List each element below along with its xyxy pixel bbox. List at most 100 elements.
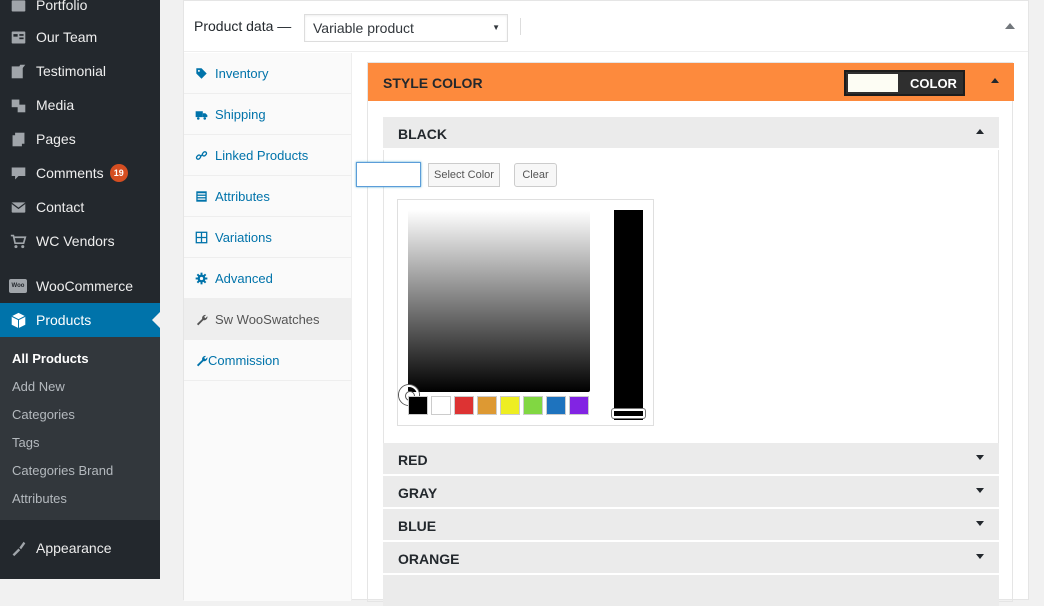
- menu-item-woocommerce[interactable]: Woo WooCommerce: [0, 269, 160, 303]
- menu-item-label: Pages: [36, 131, 76, 147]
- tab-label: Sw WooSwatches: [215, 311, 320, 327]
- submenu-categories-brand[interactable]: Categories Brand: [12, 463, 113, 478]
- color-picker: [397, 199, 654, 426]
- gear-icon: [194, 271, 208, 285]
- comments-icon: [9, 164, 27, 182]
- menu-item-label: Products: [36, 312, 92, 328]
- brush-icon: [9, 539, 27, 557]
- menu-item-wc-vendors[interactable]: WC Vendors: [0, 224, 160, 258]
- submenu-tags[interactable]: Tags: [12, 435, 39, 450]
- swatch-item-orange[interactable]: ORANGE: [383, 542, 999, 573]
- menu-item-label: WC Vendors: [36, 233, 115, 249]
- tag-icon: [194, 66, 208, 80]
- cart-icon: [9, 232, 27, 250]
- tab-label: Shipping: [215, 106, 266, 122]
- swatch-item-black[interactable]: BLACK: [383, 117, 999, 148]
- swatch-item-label: BLACK: [398, 126, 447, 142]
- tab-attributes[interactable]: Attributes: [184, 176, 351, 217]
- menu-item-label: WooCommerce: [36, 278, 133, 294]
- swatch-item-red[interactable]: RED: [383, 443, 999, 474]
- caret-down-icon: [976, 488, 984, 493]
- menu-item-testimonial[interactable]: Testimonial: [0, 54, 160, 88]
- palette-swatch[interactable]: [500, 396, 520, 415]
- tab-label: Commission: [208, 352, 280, 368]
- wrench-icon: [194, 353, 208, 367]
- tab-sw-wooswatches[interactable]: Sw WooSwatches: [184, 299, 351, 340]
- tab-inventory[interactable]: Inventory: [184, 53, 351, 94]
- color-type-button[interactable]: COLOR: [844, 70, 965, 96]
- hex-color-input[interactable]: [356, 162, 421, 187]
- palette-swatch[interactable]: [431, 396, 451, 415]
- tab-variations[interactable]: Variations: [184, 217, 351, 258]
- tab-label: Advanced: [215, 270, 273, 286]
- caret-down-icon: [976, 455, 984, 460]
- wrench-icon: [194, 312, 208, 326]
- palette-swatch[interactable]: [408, 396, 428, 415]
- menu-item-label: Media: [36, 97, 75, 113]
- hue-slider[interactable]: [612, 210, 645, 420]
- submenu-all-products[interactable]: All Products: [12, 351, 89, 366]
- swatch-item-label: ORANGE: [398, 551, 460, 567]
- tab-label: Attributes: [215, 188, 270, 204]
- select-color-button[interactable]: Select Color: [428, 163, 500, 187]
- palette-swatch[interactable]: [546, 396, 566, 415]
- swatch-item-label: BLUE: [398, 518, 437, 534]
- mail-icon: [9, 198, 27, 216]
- menu-item-label: Appearance: [36, 540, 112, 556]
- link-icon: [194, 148, 208, 162]
- select-arrow-icon: ▼: [492, 23, 500, 32]
- media-icon: [9, 96, 27, 114]
- product-type-select[interactable]: Variable product ▼: [304, 14, 508, 42]
- slider-handle[interactable]: [612, 409, 645, 418]
- palette-swatch[interactable]: [454, 396, 474, 415]
- tab-label: Linked Products: [215, 147, 309, 163]
- caret-up-icon: [976, 129, 984, 134]
- swatch-item-blue[interactable]: BLUE: [383, 509, 999, 540]
- tab-label: Variations: [215, 229, 272, 245]
- pages-icon: [9, 130, 27, 148]
- menu-item-label: Testimonial: [36, 63, 107, 79]
- submenu-add-new[interactable]: Add New: [12, 379, 65, 394]
- list-icon: [194, 189, 208, 203]
- submenu-attributes[interactable]: Attributes: [12, 491, 67, 506]
- tab-commission[interactable]: Commission: [184, 340, 351, 381]
- team-icon: [9, 28, 27, 46]
- palette-swatch[interactable]: [477, 396, 497, 415]
- swatch-item-gray[interactable]: GRAY: [383, 476, 999, 507]
- color-button-label: COLOR: [910, 76, 957, 91]
- menu-item-appearance[interactable]: Appearance: [0, 531, 160, 565]
- menu-item-our-team[interactable]: Our Team: [0, 20, 160, 54]
- header-divider: [520, 18, 521, 35]
- menu-item-media[interactable]: Media: [0, 88, 160, 122]
- portfolio-icon: [9, 0, 27, 14]
- palette-swatch[interactable]: [523, 396, 543, 415]
- tab-advanced[interactable]: Advanced: [184, 258, 351, 299]
- product-data-tabs: Inventory Shipping Linked Products Attri…: [184, 53, 352, 601]
- caret-down-icon: [976, 554, 984, 559]
- menu-item-comments[interactable]: Comments 19: [0, 156, 160, 190]
- clear-color-button[interactable]: Clear: [514, 163, 557, 187]
- palette-swatch[interactable]: [569, 396, 589, 415]
- woocommerce-icon: Woo: [9, 277, 27, 295]
- product-data-label: Product data —: [194, 18, 292, 34]
- swatch-item-label: GRAY: [398, 485, 438, 501]
- menu-item-label: Portfolio: [36, 0, 88, 13]
- menu-item-pages[interactable]: Pages: [0, 122, 160, 156]
- saturation-value-square[interactable]: [408, 210, 590, 392]
- submenu-categories[interactable]: Categories: [12, 407, 75, 422]
- collapse-up-icon[interactable]: [991, 78, 999, 83]
- collapse-toggle-icon[interactable]: [1005, 23, 1015, 29]
- menu-item-contact[interactable]: Contact: [0, 190, 160, 224]
- menu-item-products[interactable]: Products: [0, 303, 160, 337]
- menu-item-label: Comments: [36, 165, 104, 181]
- menu-item-portfolio[interactable]: Portfolio: [0, 0, 160, 22]
- tab-shipping[interactable]: Shipping: [184, 94, 351, 135]
- tab-linked-products[interactable]: Linked Products: [184, 135, 351, 176]
- swatch-item-next[interactable]: [383, 575, 999, 606]
- tab-label: Inventory: [215, 65, 269, 81]
- admin-sidebar: Portfolio Our Team Testimonial Media Pag…: [0, 0, 160, 579]
- swatch-item-label: RED: [398, 452, 428, 468]
- style-color-header[interactable]: STYLE COLOR COLOR: [368, 63, 1014, 101]
- product-data-header: Product data — Variable product ▼: [184, 1, 1028, 52]
- product-type-value: Variable product: [313, 20, 414, 36]
